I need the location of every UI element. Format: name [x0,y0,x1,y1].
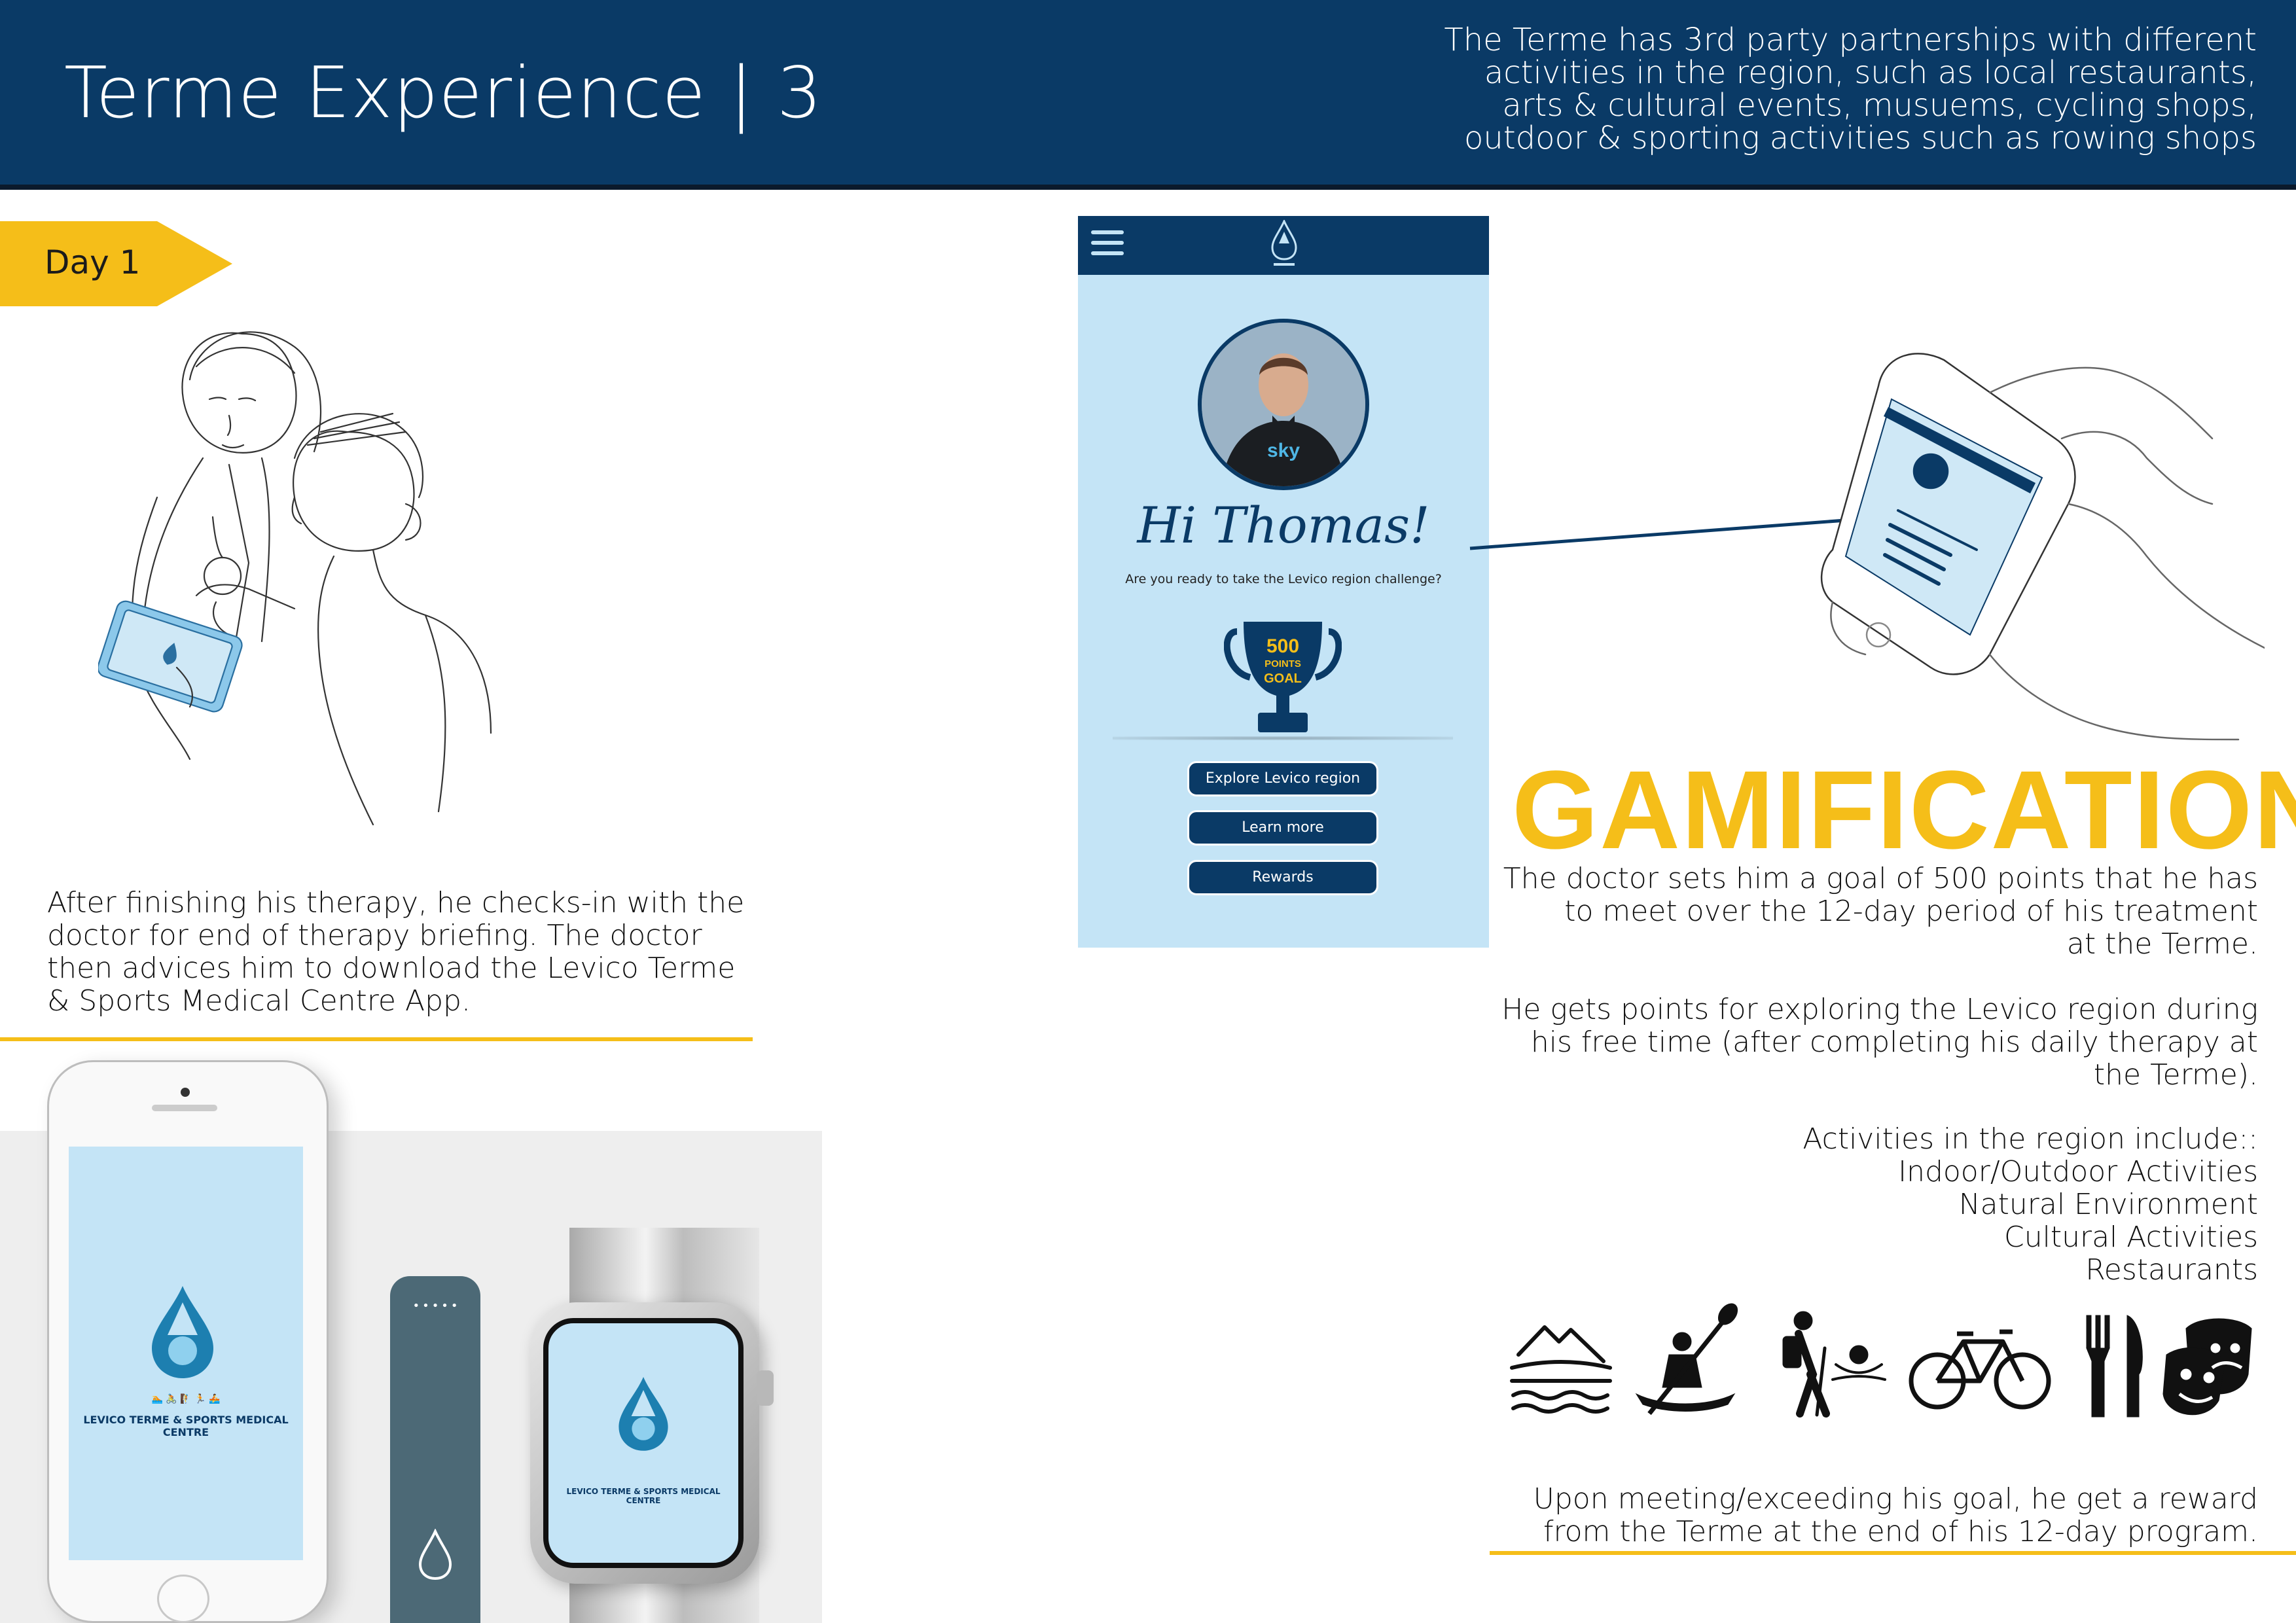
phone-home-button[interactable] [157,1575,209,1623]
activities-list: Activities in the region include:: Indoo… [1407,1123,2258,1287]
gamification-title: GAMIFICATION [1512,748,2296,872]
phone-logo-glyphs: 🏊 🚴 🧗 🏃 🚣 [151,1394,221,1404]
intro-line: After finishing his therapy, he checks-i… [47,886,745,919]
activity-item: Restaurants [2085,1253,2258,1287]
band-drop-logo-icon [418,1529,452,1580]
header-note-line: outdoor & sporting activities such as ro… [1464,120,2257,156]
intro-line: then advices him to download the Levico … [47,952,736,985]
points-line: the Terme). [2093,1058,2258,1092]
phone-speaker [152,1105,217,1111]
header-note: The Terme has 3rd party partnerships wit… [1210,24,2257,154]
app-drop-logo-icon [1271,220,1297,266]
goal-line: to meet over the 12-day period of his tr… [1564,895,2258,928]
challenge-question: Are you ready to take the Levico region … [1125,572,1442,586]
activities-heading: Activities in the region include:: [1803,1122,2258,1156]
water-drop-logo-icon [152,1286,213,1378]
watch-drop-logo-icon [619,1377,668,1451]
kayak-icon [1635,1303,1738,1416]
trophy-icon: 500 POINTS GOAL [1224,622,1342,732]
reward-line: Upon meeting/exceeding his goal, he get … [1533,1482,2258,1516]
hiker-icon [1782,1311,1886,1418]
activity-icons-row [1510,1303,2252,1418]
fork-knife-icon [2086,1315,2143,1418]
activity-item: Natural Environment [1958,1188,2258,1221]
activity-item: Indoor/Outdoor Activities [1898,1155,2258,1188]
menu-icon-line[interactable] [1091,251,1124,255]
goal-line: The doctor sets him a goal of 500 points… [1503,862,2258,895]
header-note-line: arts & cultural events, musuems, cycling… [1502,87,2257,124]
phone-camera [181,1088,190,1097]
reward-paragraph: Upon meeting/exceeding his goal, he get … [1407,1483,2258,1548]
menu-icon-line[interactable] [1091,241,1124,245]
theater-masks-icon [2162,1318,2252,1416]
page-title: Terme Experience | 3 [64,52,823,134]
points-line: his free time (after completing his dail… [1530,1026,2258,1059]
band-led-dots: ••••• [412,1299,461,1313]
header-note-line: activities in the region, such as local … [1484,54,2257,91]
intro-paragraph: After finishing his therapy, he checks-i… [47,887,754,1018]
watch-crown[interactable] [757,1370,774,1406]
learn-more-button[interactable]: Learn more [1187,810,1378,846]
mountains-water-icon [1510,1325,1612,1414]
phone-app-name: LEVICO TERME & SPORTS MEDICAL CENTRE [83,1414,289,1438]
header-note-line: The Terme has 3rd party partnerships wit… [1444,22,2257,58]
intro-line: doctor for end of therapy briefing. The … [47,919,702,952]
doctor-patient-sketch [98,331,492,826]
explore-levico-button[interactable]: Explore Levico region [1187,761,1378,796]
rewards-button[interactable]: Rewards [1187,860,1378,895]
trophy-points-label: POINTS [1265,658,1301,669]
menu-icon[interactable] [1091,230,1124,234]
left-divider [0,1037,753,1041]
points-paragraph: He gets points for exploring the Levico … [1407,993,2258,1092]
goal-line: at the Terme. [2066,927,2258,961]
svg-text:sky: sky [1267,440,1300,461]
trophy-shadow [1113,736,1453,740]
watch-app-name: LEVICO TERME & SPORTS MEDICAL CENTRE [566,1487,721,1505]
hand-holding-phone-illustration [1820,353,2265,741]
day-label: Day 1 [45,243,141,281]
goal-paragraph: The doctor sets him a goal of 500 points… [1407,863,2258,961]
points-line: He gets points for exploring the Levico … [1501,993,2258,1026]
intro-line: & Sports Medical Centre App. [47,984,471,1018]
bicycle-icon [1909,1329,2051,1410]
avatar: sky [1198,319,1369,490]
trophy-points: 500 [1266,635,1299,657]
trophy-goal-label: GOAL [1264,671,1302,686]
right-divider [1490,1551,2296,1555]
activity-item: Cultural Activities [2004,1221,2258,1254]
gamification-text: The doctor sets him a goal of 500 points… [1407,863,2258,1124]
greeting: Hi Thomas! [1137,496,1430,554]
reward-line: from the Terme at the end of his 12-day … [1543,1515,2258,1548]
